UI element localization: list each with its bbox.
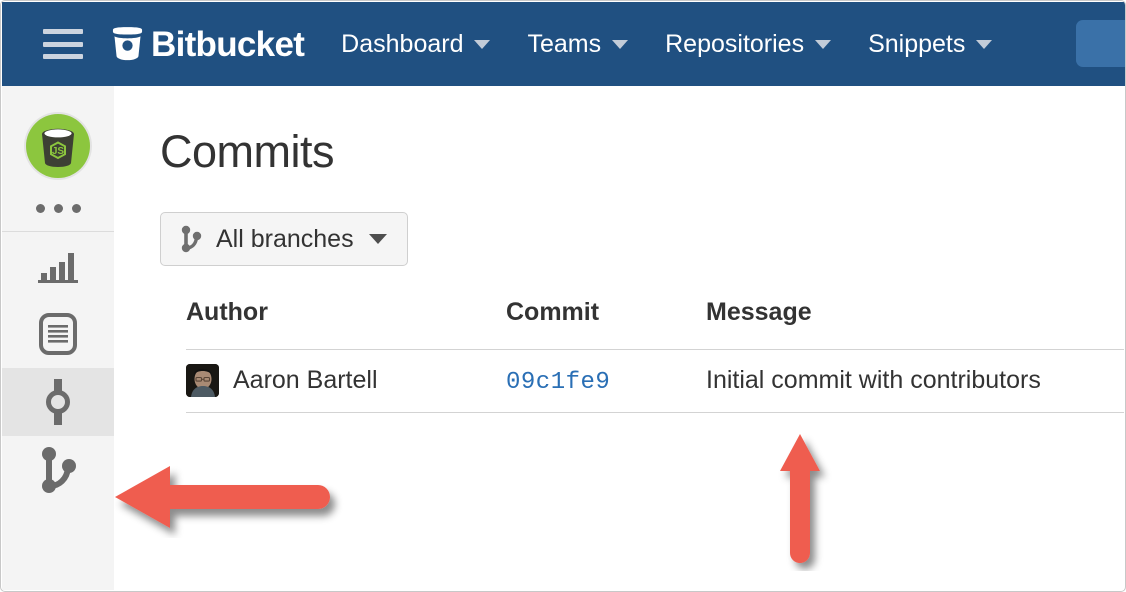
- hamburger-bar: [43, 29, 83, 34]
- table-row[interactable]: Aaron Bartell 09c1fe9 Initial commit wit…: [186, 349, 1124, 413]
- commit-message: Initial commit with contributors: [706, 366, 1041, 394]
- bitbucket-commits-screenshot: Bitbucket Dashboard Teams Repositories S…: [0, 0, 1126, 592]
- ellipsis-dot: [53, 204, 63, 213]
- nav-item-repositories[interactable]: Repositories: [665, 29, 832, 59]
- nav-item-label: Snippets: [868, 29, 966, 58]
- column-header-author: Author: [186, 298, 506, 350]
- chevron-down-icon: [474, 39, 491, 49]
- nav-item-label: Repositories: [665, 29, 805, 58]
- hamburger-bar: [43, 54, 83, 59]
- bitbucket-wordmark: Bitbucket: [151, 24, 305, 64]
- sidebar-item-source[interactable]: [2, 300, 114, 368]
- page-title: Commits: [160, 126, 335, 177]
- branch-icon: [42, 447, 76, 493]
- branch-icon: [181, 225, 202, 253]
- commit-hash-link[interactable]: 09c1fe9: [506, 369, 610, 396]
- nav-item-dashboard[interactable]: Dashboard: [341, 29, 491, 59]
- hamburger-menu-icon[interactable]: [43, 29, 83, 59]
- cell-author: Aaron Bartell: [186, 349, 506, 413]
- nav-item-label: Teams: [527, 29, 602, 58]
- cell-message: Initial commit with contributors: [706, 349, 1124, 413]
- all-branches-dropdown[interactable]: All branches: [160, 212, 408, 266]
- cell-commit: 09c1fe9: [506, 349, 706, 413]
- repository-sidebar: JS: [2, 86, 115, 590]
- nav-item-label: Dashboard: [341, 29, 464, 58]
- commits-table: Author Commit Message Aaron Bartell 09c1…: [186, 298, 1124, 413]
- svg-text:JS: JS: [52, 146, 65, 157]
- nav-item-teams[interactable]: Teams: [527, 29, 629, 59]
- bitbucket-logo-icon: [112, 27, 143, 61]
- sidebar-item-commits[interactable]: [2, 368, 114, 436]
- sidebar-header: JS: [2, 86, 114, 232]
- ellipsis-icon[interactable]: [2, 204, 114, 213]
- table-header-row: Author Commit Message: [186, 298, 1124, 350]
- chevron-down-icon: [815, 39, 832, 49]
- commit-node-icon: [46, 379, 70, 425]
- column-header-commit: Commit: [506, 298, 706, 350]
- sidebar-item-overview[interactable]: [2, 232, 114, 300]
- bar-chart-icon: [38, 253, 78, 283]
- author-name: Aaron Bartell: [233, 366, 378, 394]
- main-content: Commits All branches Author Commit Messa…: [114, 86, 1124, 590]
- top-navigation-bar: Bitbucket Dashboard Teams Repositories S…: [2, 2, 1125, 86]
- bitbucket-brand-link[interactable]: Bitbucket: [111, 24, 305, 64]
- chevron-down-icon: [976, 39, 993, 49]
- ellipsis-dot: [35, 204, 45, 213]
- document-icon: [39, 313, 77, 355]
- ellipsis-dot: [71, 204, 81, 213]
- hamburger-bar: [43, 41, 83, 47]
- nav-item-snippets[interactable]: Snippets: [868, 29, 993, 59]
- column-header-message: Message: [706, 298, 1124, 350]
- avatar: [186, 364, 219, 397]
- repository-avatar-nodejs-bucket-icon: JS: [42, 128, 74, 167]
- repository-avatar[interactable]: JS: [26, 114, 90, 178]
- search-input[interactable]: [1076, 20, 1125, 67]
- all-branches-label: All branches: [216, 224, 354, 253]
- chevron-down-icon: [612, 39, 629, 49]
- sidebar-item-branches[interactable]: [2, 436, 114, 504]
- chevron-down-icon: [368, 234, 387, 244]
